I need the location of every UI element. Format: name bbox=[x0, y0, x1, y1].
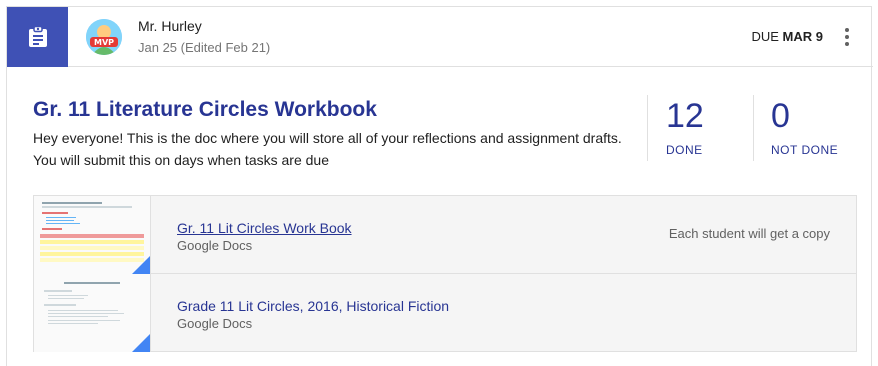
doc-thumbnail[interactable] bbox=[34, 274, 151, 352]
stat-divider bbox=[647, 95, 648, 161]
assignment-header: MVP Mr. Hurley Jan 25 (Edited Feb 21) DU… bbox=[7, 7, 873, 67]
post-date: Jan 25 (Edited Feb 21) bbox=[138, 40, 271, 55]
due-label: DUE bbox=[751, 29, 779, 44]
due-date: DUE MAR 9 bbox=[751, 29, 823, 44]
attachment-title[interactable]: Gr. 11 Lit Circles Work Book bbox=[177, 220, 352, 236]
attachment-item[interactable]: Gr. 11 Lit Circles Work Book Google Docs… bbox=[34, 196, 856, 274]
attachment-type: Google Docs bbox=[177, 238, 253, 253]
attachment-share-mode[interactable]: Each student will get a copy bbox=[669, 226, 830, 241]
not-done-label[interactable]: NOT DONE bbox=[771, 143, 838, 157]
docs-corner-icon bbox=[132, 256, 150, 274]
not-done-count[interactable]: 0 bbox=[771, 97, 790, 136]
description-line: Hey everyone! This is the doc where you … bbox=[33, 130, 622, 146]
docs-corner-icon bbox=[132, 334, 150, 352]
done-count[interactable]: 12 bbox=[666, 97, 704, 136]
assignment-description: Hey everyone! This is the doc where you … bbox=[33, 127, 653, 171]
attachment-item[interactable]: Grade 11 Lit Circles, 2016, Historical F… bbox=[34, 274, 856, 352]
attachment-title[interactable]: Grade 11 Lit Circles, 2016, Historical F… bbox=[177, 298, 449, 314]
doc-thumbnail[interactable] bbox=[34, 196, 151, 274]
svg-text:MVP: MVP bbox=[94, 38, 114, 47]
author-name: Mr. Hurley bbox=[138, 18, 202, 34]
stat-divider bbox=[753, 95, 754, 161]
avatar[interactable]: MVP bbox=[86, 19, 122, 55]
done-label[interactable]: DONE bbox=[666, 143, 703, 157]
description-line: You will submit this on days when tasks … bbox=[33, 152, 329, 168]
assignment-type-badge bbox=[7, 7, 68, 67]
due-date-value: MAR 9 bbox=[782, 29, 823, 44]
assignment-icon bbox=[28, 26, 47, 47]
more-vert-icon[interactable] bbox=[843, 26, 851, 48]
assignment-card: MVP Mr. Hurley Jan 25 (Edited Feb 21) DU… bbox=[6, 6, 873, 366]
avatar-image: MVP bbox=[86, 19, 122, 55]
attachment-type: Google Docs bbox=[177, 316, 253, 331]
assignment-title[interactable]: Gr. 11 Literature Circles Workbook bbox=[33, 98, 377, 122]
attachments-list: Gr. 11 Lit Circles Work Book Google Docs… bbox=[33, 195, 857, 352]
